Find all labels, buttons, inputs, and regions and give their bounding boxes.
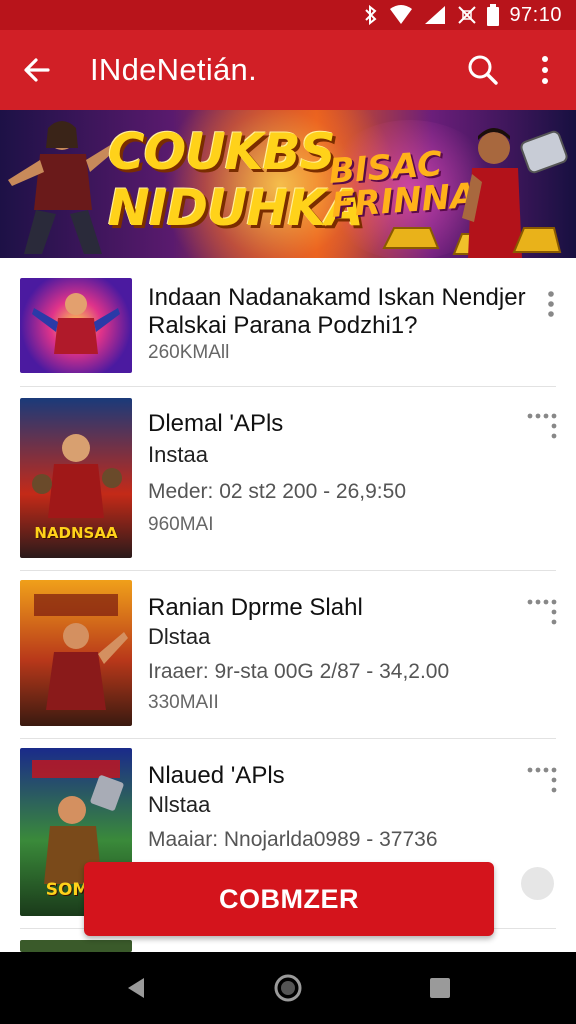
item-title: Indaan Nadanakamd Iskan Nendjer [148, 284, 526, 311]
divider [20, 738, 556, 739]
list-item[interactable]: Ranian Dprme Slahl Dlstaa Iraaer: 9r-sta… [0, 572, 576, 738]
item-subtitle: Nlstaa [148, 792, 211, 817]
battery-icon [487, 4, 500, 26]
status-bar: 97:10 [0, 0, 576, 30]
data-off-icon [457, 5, 477, 25]
banner-hero-left [8, 121, 116, 254]
primary-cta-button[interactable]: COBMZER [84, 862, 494, 936]
item-meta: Maaiar: Nnojarlda0989 - 37736 [148, 828, 438, 851]
system-nav-bar [0, 952, 576, 1024]
divider [20, 386, 556, 387]
more-dots-icon[interactable] [524, 406, 564, 446]
gold-bar-icon [512, 227, 562, 253]
app-bar: INdeNetián. [0, 30, 576, 110]
more-dots-icon[interactable] [524, 284, 564, 324]
hero-art-icon [34, 594, 128, 710]
item-meta: Meder: 02 st2 200 - 26,9:50 [148, 480, 406, 503]
hero-art-icon [32, 293, 120, 354]
item-thumbnail [20, 940, 132, 952]
item-size: 260KMAll [148, 342, 230, 363]
item-thumbnail [20, 580, 132, 726]
bluetooth-icon [363, 5, 379, 25]
search-icon [468, 55, 498, 85]
gold-bar-icon [382, 227, 440, 249]
nav-back-icon [128, 978, 144, 998]
divider [20, 570, 556, 571]
item-title: Nlaued 'APls [148, 762, 285, 789]
banner-title-left: COUKBS NIDUHKA [108, 123, 364, 237]
overflow-menu-icon [542, 56, 548, 84]
nav-back-button[interactable] [116, 968, 156, 1008]
back-button[interactable] [0, 30, 74, 110]
list-item[interactable]: Indaan Nadanakamd Iskan Nendjer Ralskai … [0, 258, 576, 388]
page-title: INdeNetián. [90, 52, 258, 87]
search-button[interactable] [452, 30, 514, 110]
item-title: Dlemal 'APls [148, 410, 284, 437]
nav-home-button[interactable] [268, 968, 308, 1008]
item-subtitle: Dlstaa [148, 624, 211, 649]
item-title: Ranian Dprme Slahl [148, 594, 363, 621]
promo-banner[interactable]: COUKBS NIDUHKA BISAC FRINNAS [0, 110, 576, 258]
signal-icon [423, 5, 447, 25]
thumbnail-caption: NADNSAA [34, 524, 118, 542]
more-dots-icon[interactable] [524, 592, 564, 632]
list-item[interactable]: NADNSAA Dlemal 'APls Instaa Meder: 02 st… [0, 388, 576, 572]
item-subtitle: Instaa [148, 442, 208, 467]
nav-recents-button[interactable] [420, 968, 460, 1008]
item-size: 960MAI [148, 514, 214, 535]
nav-home-icon [274, 974, 302, 1002]
fist-icon [520, 130, 568, 174]
overflow-menu-button[interactable] [514, 30, 576, 110]
item-size: 330MAII [148, 692, 219, 713]
floating-dot-button[interactable] [521, 867, 554, 900]
wifi-icon [389, 5, 413, 25]
nav-recents-icon [430, 978, 450, 998]
arrow-back-icon [24, 58, 50, 82]
item-thumbnail [20, 278, 132, 373]
more-dots-icon[interactable] [524, 760, 564, 800]
item-subtitle: Ralskai Parana Podzhi1? [148, 312, 418, 339]
banner-title-right: BISAC FRINNAS [327, 144, 503, 226]
item-meta: Iraaer: 9r-sta 00G 2/87 - 34,2.00 [148, 660, 450, 683]
item-thumbnail: NADNSAA [20, 398, 132, 558]
status-time: 97:10 [509, 3, 562, 26]
